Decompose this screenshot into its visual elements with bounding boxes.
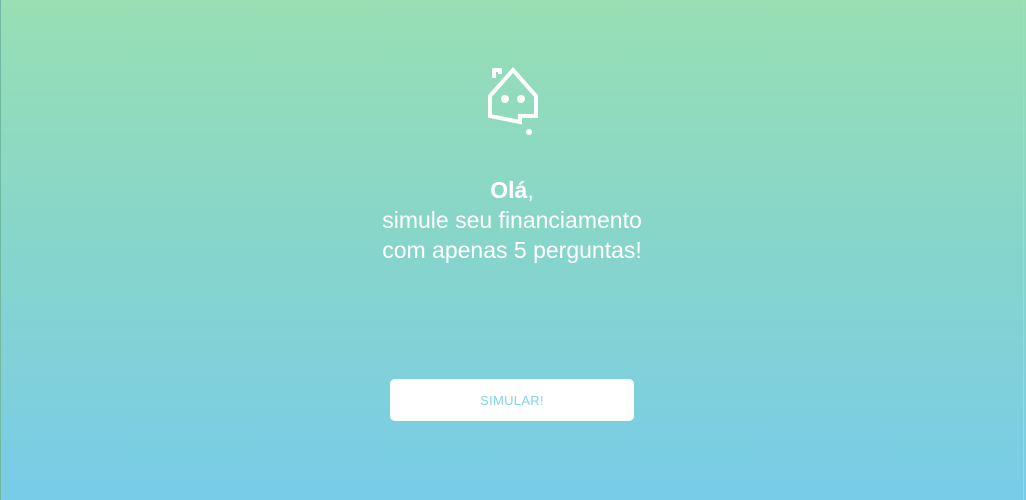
- simulate-button[interactable]: SIMULAR!: [390, 379, 634, 421]
- greeting-line-3: com apenas 5 perguntas!: [382, 237, 642, 263]
- greeting-title: Olá,: [0, 175, 1024, 205]
- welcome-message: Olá, simule seu financiamento com apenas…: [0, 175, 1024, 265]
- greeting-line-2: simule seu financiamento: [382, 207, 642, 233]
- greeting-hello: Olá: [490, 177, 528, 203]
- greeting-comma: ,: [527, 177, 534, 203]
- house-chat-bot-icon: [488, 66, 538, 135]
